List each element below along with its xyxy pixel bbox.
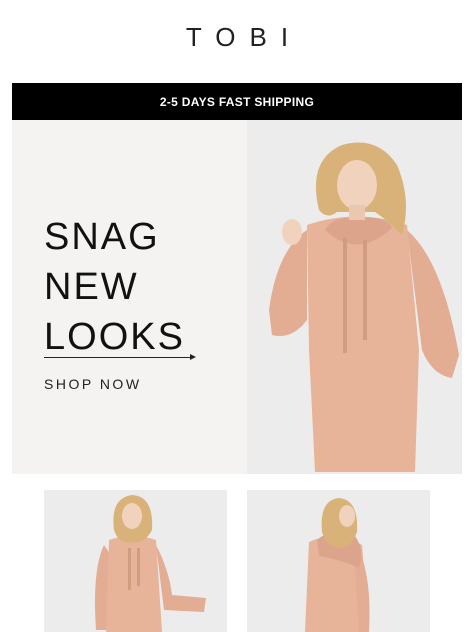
secondary-product-photo-back[interactable] [247, 490, 430, 632]
shipping-banner-text: 2-5 DAYS FAST SHIPPING [159, 94, 315, 109]
model-back-illustration [247, 490, 430, 632]
arrow-divider [44, 354, 196, 360]
model-front-illustration [247, 120, 462, 474]
headline-line-2: NEW [44, 266, 139, 308]
model-front-full-illustration [44, 490, 227, 632]
headline-line-1: SNAG [44, 216, 160, 258]
shop-now-link[interactable]: SHOP NOW [44, 376, 142, 392]
secondary-product-photo-front[interactable] [44, 490, 227, 632]
hero-product-photo[interactable] [247, 120, 462, 474]
hero-headline: SNAG NEW LOOKS [44, 212, 185, 362]
brand-logo[interactable]: TOBI [0, 22, 474, 53]
shipping-banner[interactable]: 2-5 DAYS FAST SHIPPING [12, 83, 462, 120]
headline-line-3: LOOKS [44, 316, 185, 358]
hero-text-panel: SNAG NEW LOOKS SHOP NOW [12, 120, 247, 474]
